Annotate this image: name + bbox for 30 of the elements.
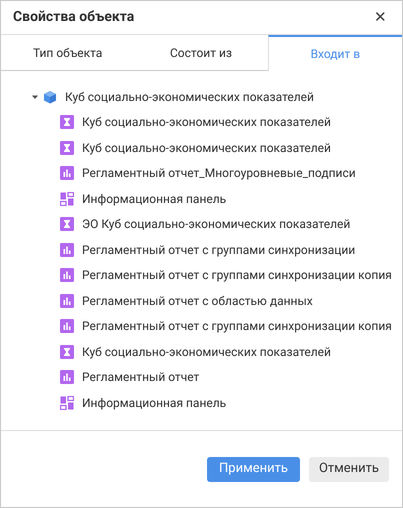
tree-item-label[interactable]: Куб социально-экономических показателей xyxy=(82,342,331,361)
tree-item-label[interactable]: Куб социально-экономических показателей xyxy=(65,88,314,106)
hourglass-icon xyxy=(60,140,74,155)
cancel-button[interactable]: Отменить xyxy=(308,456,389,482)
dashboard-icon xyxy=(60,192,74,206)
dashboard-icon xyxy=(60,396,74,410)
tree-item-label[interactable]: ЭО Куб социально-экономических показателей xyxy=(82,215,350,234)
caret-icon[interactable] xyxy=(32,94,38,100)
hourglass-icon xyxy=(60,217,74,232)
bar-chart-icon xyxy=(60,319,74,334)
tree-item-label[interactable]: Регламентный отчет с группами синхронизации копия xyxy=(82,317,392,336)
tree-item-label[interactable]: Информационная панель xyxy=(82,394,226,412)
tree-item-label[interactable]: Регламентный отчет xyxy=(82,368,200,386)
hourglass-icon xyxy=(60,115,74,130)
window-title: Свойства объекта xyxy=(13,8,134,27)
bar-chart-icon xyxy=(60,370,74,384)
tree-item-label[interactable]: Регламентный отчет с группами синхронизации копия xyxy=(82,266,392,284)
tree-item-label[interactable]: Регламентный отчет с группами синхронизации xyxy=(82,240,356,259)
bar-chart-icon xyxy=(60,294,74,308)
tree-item-label[interactable]: Куб социально-экономических показателей xyxy=(82,113,331,132)
bar-chart-icon xyxy=(60,166,74,180)
tree-item-label[interactable]: Куб социально-экономических показателей xyxy=(82,138,331,157)
tree-item-label[interactable]: Регламентный отчет с областью данных xyxy=(82,292,313,310)
bar-chart-icon xyxy=(60,242,74,257)
hourglass-icon xyxy=(60,344,74,359)
cube-icon xyxy=(43,90,57,104)
tree-item-label[interactable]: Регламентный отчет_Многоуровневые_подписи xyxy=(82,164,356,182)
tree-item-label[interactable]: Информационная панель xyxy=(82,190,226,208)
bar-chart-icon xyxy=(60,268,74,282)
close-button[interactable]: ✕ xyxy=(371,6,390,29)
